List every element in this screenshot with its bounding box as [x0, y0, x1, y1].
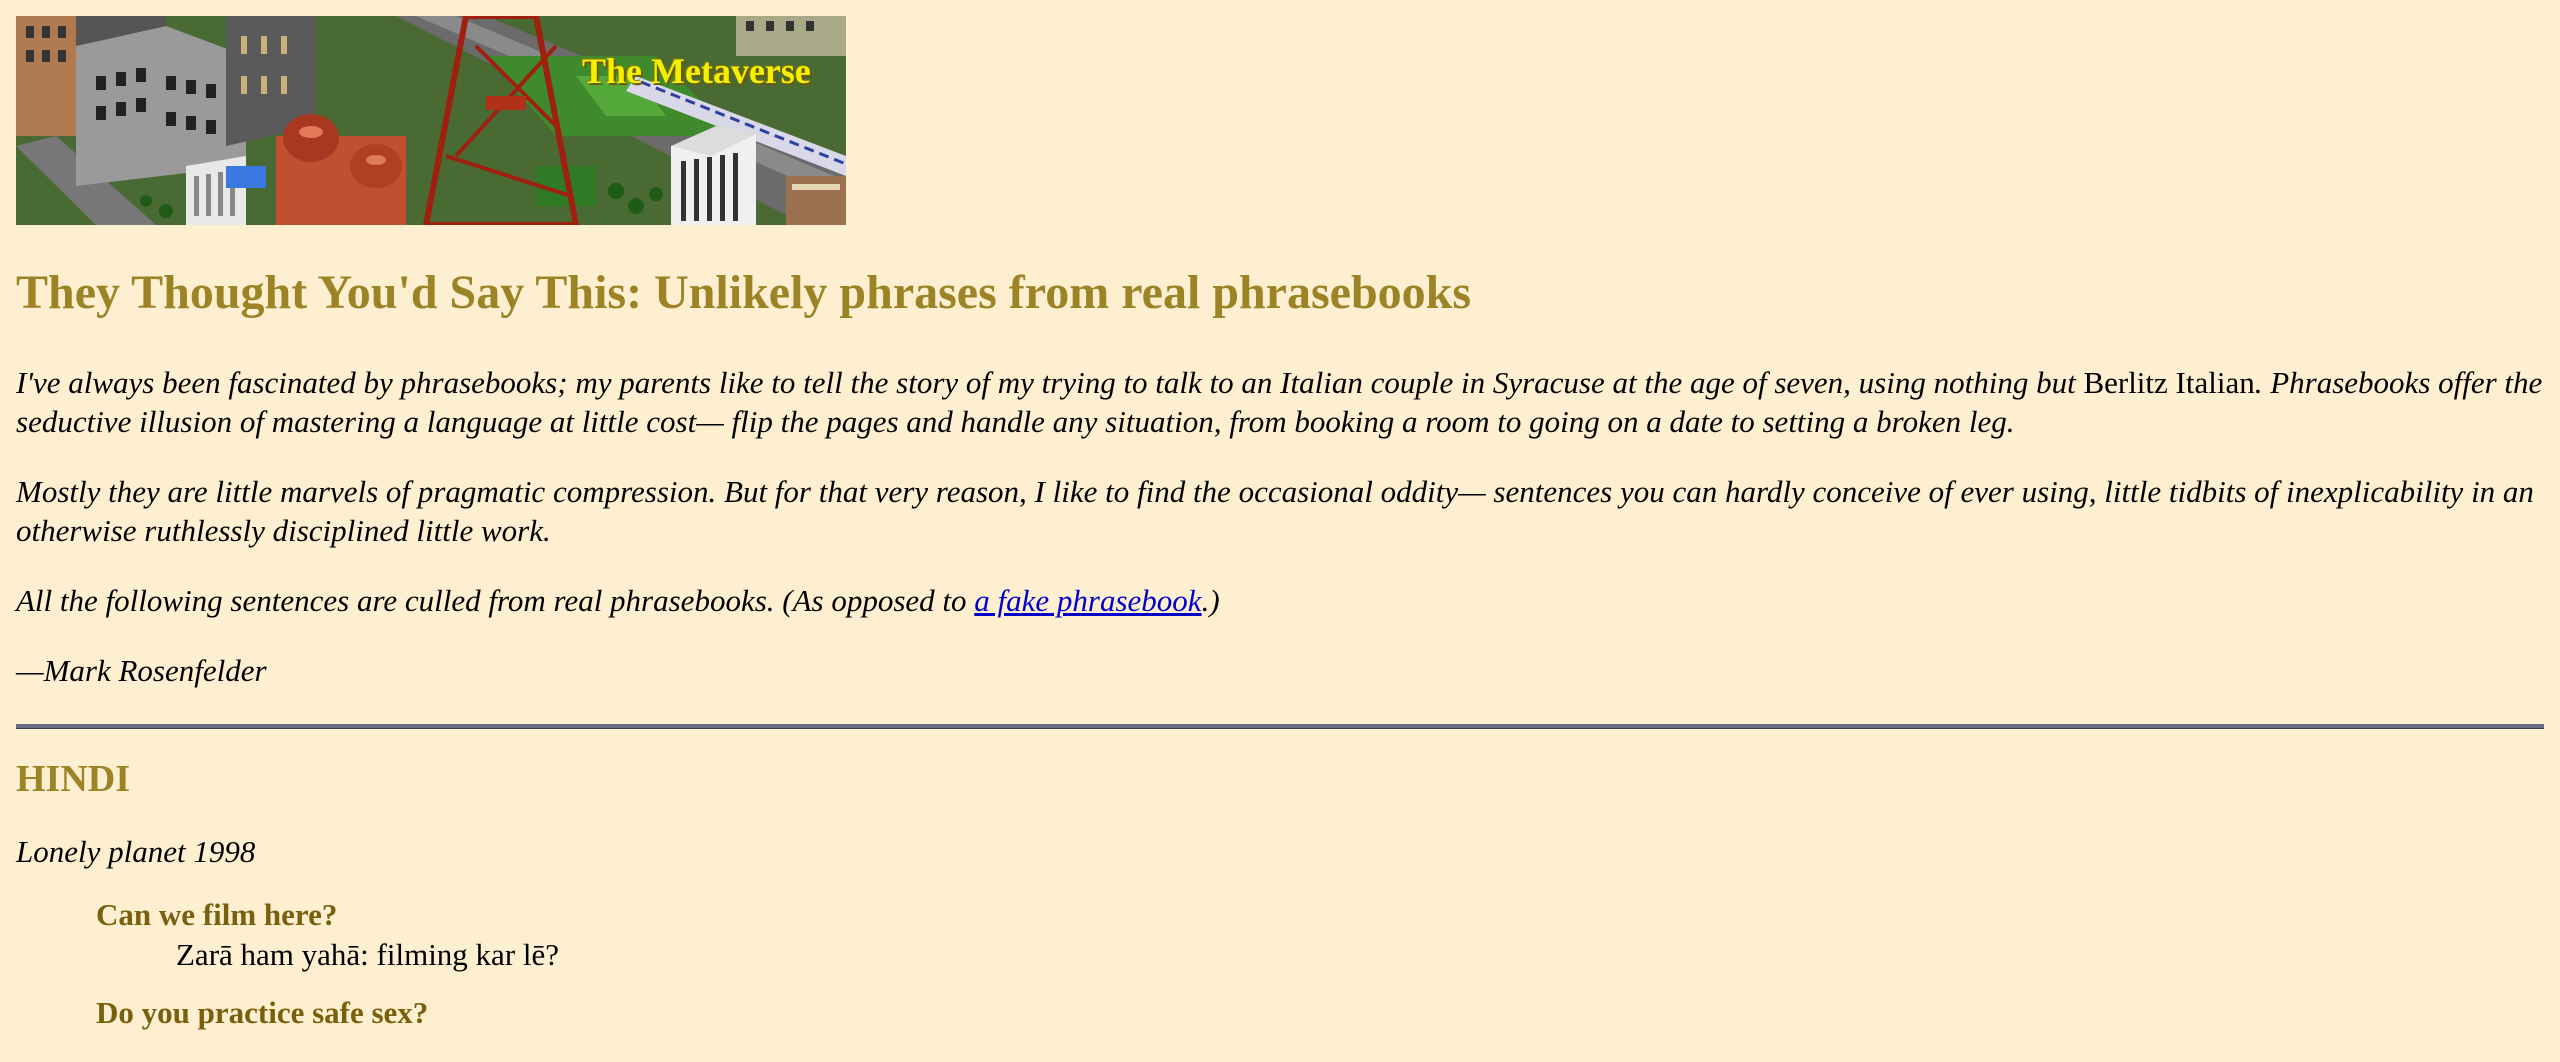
- section-divider: [16, 724, 2544, 728]
- intro-p3-text: All the following sentences are culled f…: [16, 583, 967, 618]
- phrase-english: Can we film here?: [96, 897, 338, 932]
- intro-paragraph-1: I've always been fascinated by phraseboo…: [16, 363, 2544, 441]
- city-illustration: [16, 16, 846, 225]
- phrase-translation: Zarā ham yahā: filming kar lē?: [176, 937, 560, 972]
- intro-p3-text-end: .): [1201, 583, 1220, 618]
- intro-section: I've always been fascinated by phraseboo…: [16, 363, 2544, 690]
- page: The Metaverse They Thought You'd Say Thi…: [16, 16, 2544, 1033]
- intro-paragraph-2: Mostly they are little marvels of pragma…: [16, 474, 2534, 548]
- phrase-item: Can we film here? Zarā ham yahā: filming…: [96, 895, 2544, 975]
- berlitz-italian-text: Berlitz Italian: [2083, 365, 2255, 400]
- fake-phrasebook-link[interactable]: a fake phrasebook: [974, 583, 1201, 618]
- author-signature: —Mark Rosenfelder: [16, 653, 267, 688]
- phrase-item: Do you practice safe sex?: [96, 993, 2544, 1033]
- intro-paragraph-3: All the following sentences are culled f…: [16, 581, 2544, 620]
- phrase-list: Can we film here? Zarā ham yahā: filming…: [96, 895, 2544, 1033]
- page-title: They Thought You'd Say This: Unlikely ph…: [16, 266, 1472, 319]
- banner-title: The Metaverse: [582, 51, 811, 91]
- intro-p1-text: I've always been fascinated by phraseboo…: [16, 365, 2076, 400]
- metaverse-banner[interactable]: The Metaverse: [16, 16, 846, 225]
- phrasebook-source: Lonely planet 1998: [16, 834, 256, 869]
- section-heading-hindi: HINDI: [16, 758, 131, 800]
- phrase-english: Do you practice safe sex?: [96, 995, 429, 1030]
